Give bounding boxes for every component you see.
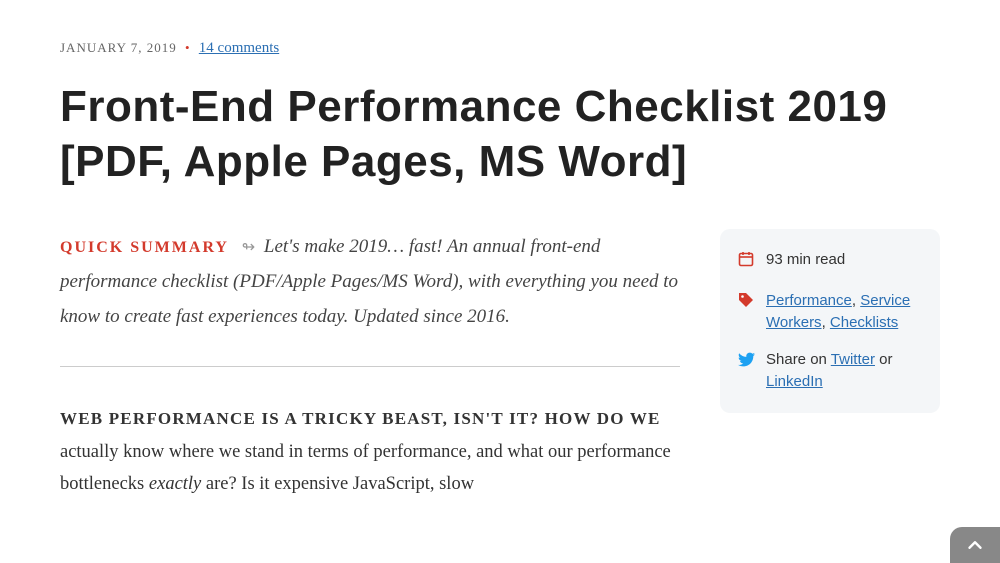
read-time-row: 93 min read xyxy=(738,249,922,274)
tag-sep: , xyxy=(852,292,860,309)
read-time-text: 93 min read xyxy=(766,249,845,271)
arrow-icon: ↬ xyxy=(242,239,255,256)
share-prefix: Share on xyxy=(766,351,831,368)
tags-row: Performance, Service Workers, Checklists xyxy=(738,290,922,334)
tag-sep: , xyxy=(822,314,830,331)
bullet-separator: • xyxy=(185,40,191,55)
publish-date: January 7, 2019 xyxy=(60,40,177,55)
tag-performance[interactable]: Performance xyxy=(766,292,852,309)
share-or: or xyxy=(875,351,893,368)
article-sidebar: 93 min read Performance, Service Workers… xyxy=(720,229,940,413)
article-meta: January 7, 2019 • 14 comments xyxy=(60,40,940,57)
quick-summary: Quick Summary ↬ Let's make 2019… fast! A… xyxy=(60,229,680,334)
twitter-icon xyxy=(738,351,756,375)
share-text: Share on Twitter or LinkedIn xyxy=(766,349,922,393)
tag-icon xyxy=(738,292,756,315)
share-linkedin-link[interactable]: LinkedIn xyxy=(766,373,823,390)
scroll-to-top-button[interactable] xyxy=(950,527,1000,563)
main-column: Quick Summary ↬ Let's make 2019… fast! A… xyxy=(60,229,680,501)
body-part-2: are? Is it expensive JavaScript, slow xyxy=(201,474,474,494)
share-twitter-link[interactable]: Twitter xyxy=(831,351,875,368)
calendar-icon xyxy=(738,251,756,274)
tags-list: Performance, Service Workers, Checklists xyxy=(766,290,922,334)
comments-link[interactable]: 14 comments xyxy=(199,40,279,56)
section-divider xyxy=(60,366,680,367)
tag-checklists[interactable]: Checklists xyxy=(830,314,898,331)
article-body: Web performance is a tricky beast, isn't… xyxy=(60,403,680,500)
summary-label: Quick Summary xyxy=(60,239,229,256)
article-title: Front-End Performance Checklist 2019 [PD… xyxy=(60,79,940,189)
body-em: exactly xyxy=(149,474,201,494)
chevron-up-icon xyxy=(964,534,986,556)
share-row: Share on Twitter or LinkedIn xyxy=(738,349,922,393)
drop-lead: Web performance is a tricky beast, isn't… xyxy=(60,409,661,428)
